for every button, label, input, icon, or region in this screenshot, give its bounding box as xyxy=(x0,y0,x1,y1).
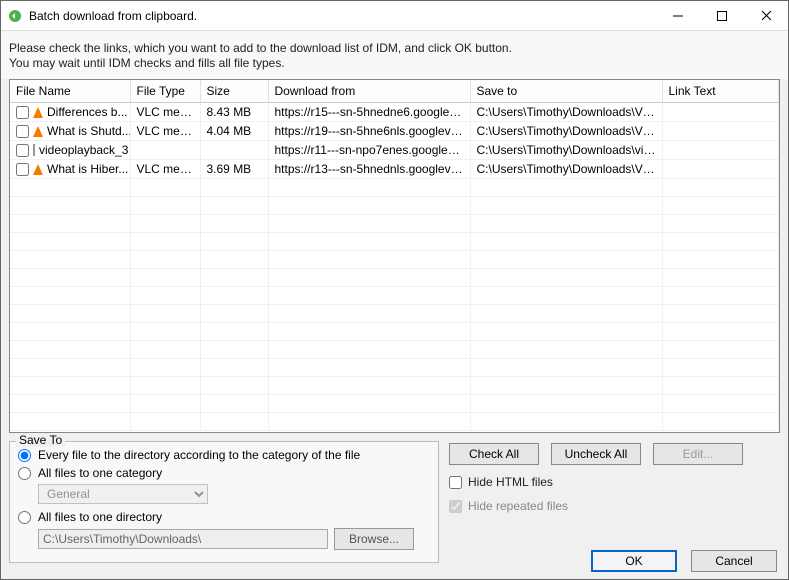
radio-one-category[interactable]: All files to one category xyxy=(18,464,430,482)
file-type-cell: VLC medi... xyxy=(130,160,200,179)
table-row-empty xyxy=(10,359,779,377)
radio-category-input[interactable] xyxy=(18,449,31,462)
row-checkbox[interactable] xyxy=(16,125,29,138)
save-to-cell: C:\Users\Timothy\Downloads\Video\... xyxy=(470,122,662,141)
table-row[interactable]: What is Shutd...VLC medi...4.04 MBhttps:… xyxy=(10,122,779,141)
col-size[interactable]: Size xyxy=(200,80,268,103)
hide-html-label: Hide HTML files xyxy=(468,475,553,489)
download-from-cell: https://r15---sn-5hnedne6.googlevi... xyxy=(268,103,470,122)
check-all-button[interactable]: Check All xyxy=(449,443,539,465)
table-row-empty xyxy=(10,287,779,305)
row-checkbox[interactable] xyxy=(16,163,29,176)
table-row-empty xyxy=(10,377,779,395)
table-row-empty xyxy=(10,179,779,197)
close-button[interactable] xyxy=(744,2,788,30)
row-checkbox[interactable] xyxy=(16,144,29,157)
hide-repeated-checkbox: Hide repeated files xyxy=(449,499,780,513)
vlc-icon xyxy=(33,107,43,118)
table-row-empty xyxy=(10,215,779,233)
file-name-cell: Differences b... xyxy=(47,105,127,119)
table-row[interactable]: What is Hiber...VLC medi...3.69 MBhttps:… xyxy=(10,160,779,179)
maximize-button[interactable] xyxy=(700,2,744,30)
titlebar: Batch download from clipboard. xyxy=(1,1,788,31)
radio-one-category-label: All files to one category xyxy=(38,466,162,480)
link-text-cell xyxy=(662,103,779,122)
hide-repeated-label: Hide repeated files xyxy=(468,499,568,513)
table-row[interactable]: videoplayback_3 https://r11---sn-npo7enes… xyxy=(10,141,779,160)
file-name-cell: videoplayback_3 xyxy=(39,143,128,157)
size-cell: 3.69 MB xyxy=(200,160,268,179)
edit-button: Edit... xyxy=(653,443,743,465)
instructions-line2: You may wait until IDM checks and fills … xyxy=(9,56,780,71)
table-row-empty xyxy=(10,413,779,431)
app-icon xyxy=(7,8,23,24)
download-table: File Name File Type Size Download from S… xyxy=(9,79,780,433)
table-header-row: File Name File Type Size Download from S… xyxy=(10,80,779,103)
download-from-cell: https://r11---sn-npo7enes.googlevi... xyxy=(268,141,470,160)
table-row-empty xyxy=(10,233,779,251)
radio-one-directory-label: All files to one directory xyxy=(38,510,162,524)
link-text-cell xyxy=(662,122,779,141)
file-type-cell: VLC medi... xyxy=(130,103,200,122)
col-link-text[interactable]: Link Text xyxy=(662,80,779,103)
col-file-name[interactable]: File Name xyxy=(10,80,130,103)
col-download-from[interactable]: Download from xyxy=(268,80,470,103)
radio-one-directory[interactable]: All files to one directory xyxy=(18,508,430,526)
directory-input xyxy=(38,529,328,549)
download-from-cell: https://r13---sn-5hnednls.googlevid... xyxy=(268,160,470,179)
save-to-group: Save To Every file to the directory acco… xyxy=(9,441,439,563)
file-type-cell: VLC medi... xyxy=(130,122,200,141)
table-row-empty xyxy=(10,197,779,215)
uncheck-all-button[interactable]: Uncheck All xyxy=(551,443,641,465)
cancel-button[interactable]: Cancel xyxy=(691,550,777,572)
save-to-title: Save To xyxy=(16,433,65,447)
table-row-empty xyxy=(10,395,779,413)
file-name-cell: What is Shutd... xyxy=(47,124,130,138)
size-cell xyxy=(200,141,268,160)
ok-button[interactable]: OK xyxy=(591,550,677,572)
window-title: Batch download from clipboard. xyxy=(29,9,656,23)
link-text-cell xyxy=(662,141,779,160)
category-select: General xyxy=(38,484,208,504)
browse-button: Browse... xyxy=(334,528,414,550)
table-row-empty xyxy=(10,341,779,359)
table-row-empty xyxy=(10,305,779,323)
save-to-cell: C:\Users\Timothy\Downloads\videop... xyxy=(470,141,662,160)
download-from-cell: https://r19---sn-5hne6nls.googlevid... xyxy=(268,122,470,141)
instructions-line1: Please check the links, which you want t… xyxy=(9,41,780,56)
radio-category-label: Every file to the directory according to… xyxy=(38,448,360,462)
table-row[interactable]: Differences b...VLC medi...8.43 MBhttps:… xyxy=(10,103,779,122)
minimize-button[interactable] xyxy=(656,2,700,30)
table-row-empty xyxy=(10,269,779,287)
radio-one-category-input[interactable] xyxy=(18,467,31,480)
vlc-icon xyxy=(33,164,43,175)
col-file-type[interactable]: File Type xyxy=(130,80,200,103)
size-cell: 4.04 MB xyxy=(200,122,268,141)
radio-category[interactable]: Every file to the directory according to… xyxy=(18,446,430,464)
hide-repeated-input xyxy=(449,500,462,513)
hide-html-input[interactable] xyxy=(449,476,462,489)
col-save-to[interactable]: Save to xyxy=(470,80,662,103)
save-to-cell: C:\Users\Timothy\Downloads\Video\... xyxy=(470,160,662,179)
link-text-cell xyxy=(662,160,779,179)
hide-html-checkbox[interactable]: Hide HTML files xyxy=(449,475,780,489)
save-to-cell: C:\Users\Timothy\Downloads\Video\... xyxy=(470,103,662,122)
file-icon xyxy=(33,144,35,156)
radio-one-directory-input[interactable] xyxy=(18,511,31,524)
table-row-empty xyxy=(10,251,779,269)
vlc-icon xyxy=(33,126,43,137)
table-row-empty xyxy=(10,323,779,341)
instructions-text: Please check the links, which you want t… xyxy=(1,31,788,79)
file-name-cell: What is Hiber... xyxy=(47,162,128,176)
size-cell: 8.43 MB xyxy=(200,103,268,122)
row-checkbox[interactable] xyxy=(16,106,29,119)
window-buttons xyxy=(656,2,788,30)
file-type-cell xyxy=(130,141,200,160)
